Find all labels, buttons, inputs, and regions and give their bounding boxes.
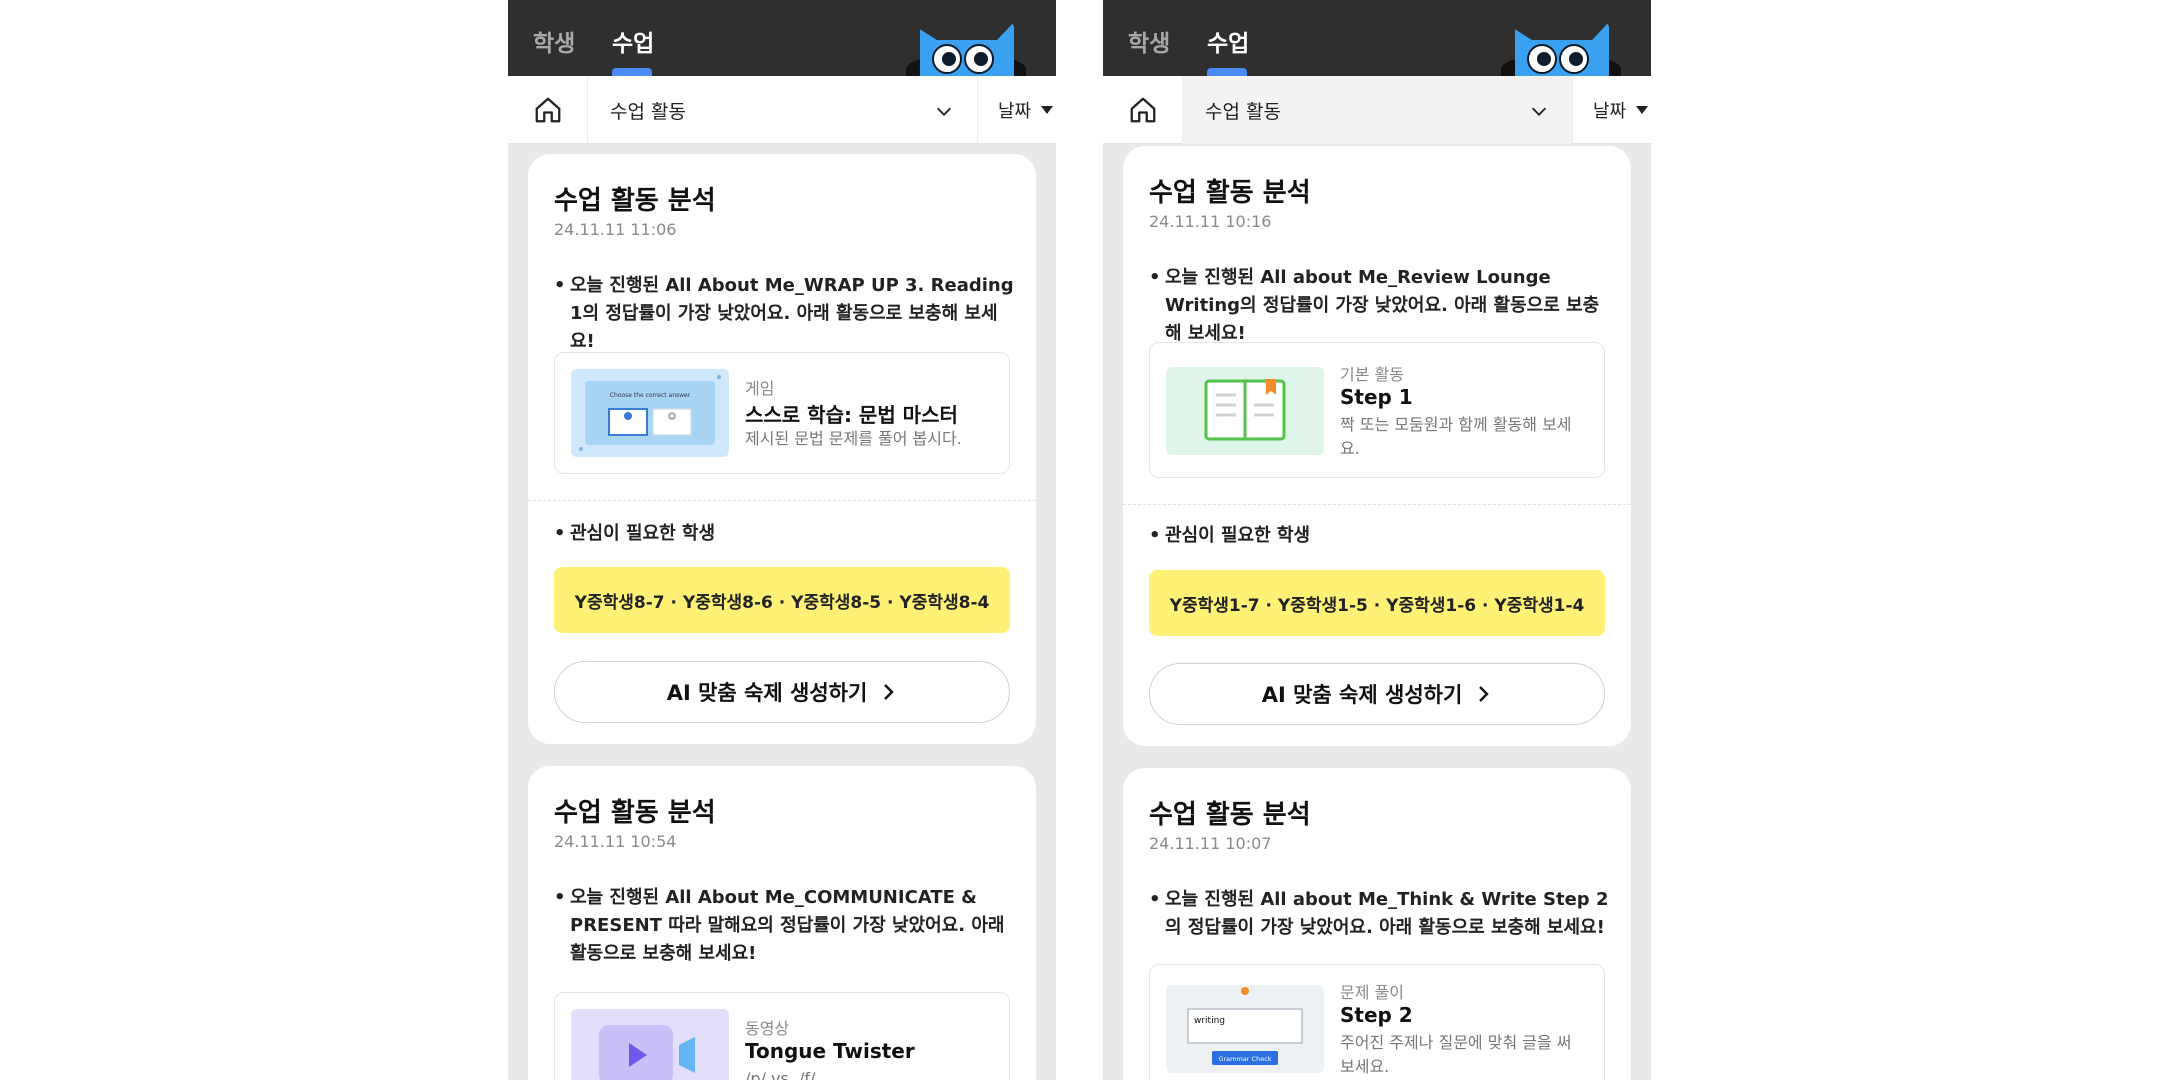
date-label: 날짜 (998, 101, 1032, 122)
tab-class[interactable]: 수업 (612, 24, 654, 58)
section-divider (1123, 504, 1631, 505)
analysis-message: 오늘 진행된 All About Me_WRAP UP 3. Reading 1… (554, 272, 1014, 356)
tab-student[interactable]: 학생 (533, 24, 575, 58)
game-thumbnail: Choose the correct answer (571, 369, 729, 457)
students-label: 관심이 필요한 학생 (1149, 522, 1609, 550)
analysis-card: 수업 활동 분석 24.11.11 10:54 오늘 진행된 All About… (528, 766, 1036, 1080)
analysis-message: 오늘 진행된 All About Me_COMMUNICATE & PRESEN… (554, 884, 1014, 968)
caret-down-icon (1041, 106, 1054, 114)
caret-down-icon (1636, 106, 1649, 114)
card-timestamp: 24.11.11 10:54 (554, 832, 677, 851)
select-value: 수업 활동 (610, 101, 686, 123)
activity-title: Tongue Twister (745, 1039, 915, 1063)
chevron-down-icon (936, 107, 952, 116)
activity-description: 주어진 주제나 질문에 맞춰 글을 써 보세요. (1340, 1033, 1572, 1076)
activity-item[interactable]: 동영상 Tongue Twister /p/ vs. /f/ (554, 992, 1010, 1080)
activity-item[interactable]: writing Grammar Check 문제 풀이 Step 2 주어진 주… (1149, 964, 1605, 1080)
card-title: 수업 활동 분석 (1149, 800, 1311, 830)
chevron-down-icon (1531, 107, 1547, 116)
home-icon (535, 97, 560, 123)
analysis-card: 수업 활동 분석 24.11.11 10:16 오늘 진행된 All about… (1123, 146, 1631, 746)
home-button[interactable] (508, 76, 588, 144)
activity-item[interactable]: Choose the correct answer 게임 스스로 학습: 문법 … (554, 352, 1010, 474)
activity-title: 스스로 학습: 문법 마스터 (745, 403, 958, 427)
analysis-message: 오늘 진행된 All about Me_Think & Write Step 2… (1149, 886, 1609, 942)
tab-class[interactable]: 수업 (1207, 24, 1249, 58)
ai-button-label: AI 맞춤 숙제 생성하기 (1261, 683, 1463, 707)
section-divider (528, 500, 1036, 501)
select-value: 수업 활동 (1205, 101, 1281, 123)
activity-title: Step 2 (1340, 1003, 1413, 1027)
active-tab-indicator (612, 68, 652, 76)
mobile-screen-right: 학생 수업 수업 활동 날짜 수업 활동 분석 24.11.11 10:16 오… (1103, 0, 1651, 1080)
thumb-button: Grammar Check (1218, 1055, 1271, 1063)
student-list: Y중학생1-7 · Y중학생1-5 · Y중학생1-6 · Y중학생1-4 (1149, 570, 1605, 636)
card-timestamp: 24.11.11 10:16 (1149, 212, 1272, 231)
activity-type-select[interactable]: 수업 활동 (1183, 76, 1573, 144)
book-thumbnail (1166, 367, 1324, 455)
thumb-word: writing (1194, 1016, 1225, 1026)
chevron-right-icon (1479, 686, 1489, 702)
card-title: 수업 활동 분석 (554, 798, 716, 828)
mascot-owl-icon (906, 22, 1026, 84)
date-sort-button[interactable]: 날짜 (1573, 76, 1651, 144)
student-list: Y중학생8-7 · Y중학생8-6 · Y중학생8-5 · Y중학생8-4 (554, 567, 1010, 633)
ai-homework-button[interactable]: AI 맞춤 숙제 생성하기 (554, 661, 1010, 723)
top-navigation-bar: 학생 수업 (1103, 0, 1651, 84)
activity-category: 게임 (745, 379, 775, 398)
activity-title: Step 1 (1340, 385, 1413, 409)
home-icon (1130, 97, 1155, 123)
top-navigation-bar: 학생 수업 (508, 0, 1056, 84)
activity-category: 기본 활동 (1340, 365, 1404, 384)
analysis-card: 수업 활동 분석 24.11.11 10:07 오늘 진행된 All about… (1123, 768, 1631, 1080)
mobile-screen-left: 학생 수업 수업 활동 날짜 수업 활동 분석 24.11.11 11:06 오… (508, 0, 1056, 1080)
activity-type-select[interactable]: 수업 활동 (588, 76, 978, 144)
card-title: 수업 활동 분석 (554, 186, 716, 216)
students-label: 관심이 필요한 학생 (554, 520, 1014, 548)
tab-student[interactable]: 학생 (1128, 24, 1170, 58)
date-label: 날짜 (1593, 101, 1627, 122)
activity-category: 동영상 (745, 1019, 790, 1038)
thumb-caption: Choose the correct answer (610, 392, 691, 399)
active-tab-indicator (1207, 68, 1247, 76)
analysis-card: 수업 활동 분석 24.11.11 11:06 오늘 진행된 All About… (528, 154, 1036, 744)
filter-bar: 수업 활동 날짜 (508, 76, 1056, 144)
chevron-right-icon (884, 684, 894, 700)
activity-category: 문제 풀이 (1340, 983, 1404, 1002)
activity-description: /p/ vs. /f/ (745, 1069, 816, 1080)
filter-bar: 수업 활동 날짜 (1103, 76, 1651, 144)
home-button[interactable] (1103, 76, 1183, 144)
ai-homework-button[interactable]: AI 맞춤 숙제 생성하기 (1149, 663, 1605, 725)
mascot-owl-icon (1501, 22, 1621, 84)
activity-item[interactable]: 기본 활동 Step 1 짝 또는 모둠원과 함께 활동해 보세요. (1149, 342, 1605, 478)
date-sort-button[interactable]: 날짜 (978, 76, 1056, 144)
analysis-message: 오늘 진행된 All about Me_Review Lounge Writin… (1149, 264, 1609, 348)
writing-thumbnail: writing Grammar Check (1166, 985, 1324, 1073)
video-thumbnail (571, 1009, 729, 1080)
ai-button-label: AI 맞춤 숙제 생성하기 (666, 681, 868, 705)
card-timestamp: 24.11.11 11:06 (554, 220, 677, 239)
activity-description: 제시된 문법 문제를 풀어 봅시다. (745, 429, 962, 448)
card-title: 수업 활동 분석 (1149, 178, 1311, 208)
card-timestamp: 24.11.11 10:07 (1149, 834, 1272, 853)
activity-description: 짝 또는 모둠원과 함께 활동해 보세요. (1340, 415, 1572, 458)
